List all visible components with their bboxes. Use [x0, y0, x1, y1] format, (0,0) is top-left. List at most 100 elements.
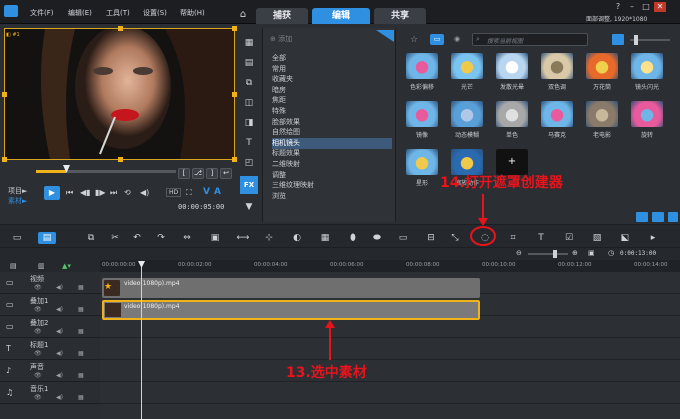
track-header[interactable] [0, 316, 100, 338]
motion-tracking-icon[interactable]: ⊹ [262, 232, 276, 244]
effect-thumbnail[interactable] [406, 53, 438, 79]
lock-icon[interactable]: ▦ [78, 328, 84, 335]
next-frame-button[interactable]: ▮▶ [95, 188, 106, 197]
zoom-slider-handle[interactable] [553, 250, 557, 258]
effect-thumbnail[interactable] [541, 53, 573, 79]
menu-settings[interactable]: 设置(S) [143, 8, 167, 18]
lock-icon[interactable]: ▦ [78, 350, 84, 357]
fit-project-icon[interactable]: ▣ [588, 249, 595, 257]
effect-thumbnail[interactable] [631, 101, 663, 127]
effect-thumbnail[interactable] [496, 53, 528, 79]
color-icon[interactable]: ▧ [590, 232, 604, 244]
category-item[interactable]: 暗房 [272, 85, 392, 96]
menu-edit[interactable]: 编辑(E) [68, 8, 92, 18]
playhead[interactable] [141, 262, 142, 419]
fit-icon[interactable]: ▣ [208, 232, 222, 244]
crop-handle[interactable] [118, 157, 123, 162]
repeat-icon[interactable]: ⟲ [124, 188, 131, 197]
audio-icon[interactable]: ◀) [56, 350, 63, 357]
home-icon[interactable]: ⌂ [236, 9, 250, 23]
track-header[interactable] [0, 338, 100, 360]
effect-thumbnail[interactable] [451, 101, 483, 127]
clip-mode[interactable]: 素材► [8, 196, 27, 206]
zoom-hd-label[interactable]: HD [166, 188, 182, 197]
category-item[interactable]: 调整 [272, 170, 392, 181]
audio-icon[interactable]: ◀) [56, 284, 63, 291]
redo-icon[interactable]: ↷ [154, 232, 168, 244]
tab-capture[interactable]: 捕获 [256, 8, 308, 24]
split-button[interactable]: ⎇ [192, 168, 204, 179]
home-button[interactable]: ⏮ [66, 188, 73, 198]
lock-icon[interactable]: ▦ [78, 306, 84, 313]
split-screen-icon[interactable]: ⊟ [424, 232, 438, 244]
crop-icon[interactable]: ⌗ [506, 232, 520, 244]
audio-icon[interactable]: ◀) [56, 328, 63, 335]
track-header[interactable] [0, 272, 100, 294]
media-icon[interactable]: ▦ [240, 34, 258, 52]
fx-icon[interactable]: FX [240, 176, 258, 194]
category-item[interactable]: 相机镜头 [272, 137, 392, 149]
graphics-icon[interactable]: ◫ [240, 94, 258, 112]
audio-icon[interactable]: ◀) [56, 306, 63, 313]
subtitle-editor-icon[interactable]: ◐ [290, 232, 304, 244]
visibility-icon[interactable]: 👁 [34, 306, 42, 313]
paint-icon[interactable]: ⬬ [370, 232, 384, 244]
show-video-filters-icon[interactable]: ▭ [430, 34, 444, 45]
crop-handle[interactable] [232, 92, 237, 97]
video-channel-icon[interactable]: V [203, 187, 210, 197]
chapter-icon[interactable]: ▥ [38, 262, 45, 270]
track-header[interactable] [0, 382, 100, 404]
undo-icon[interactable]: ↶ [130, 232, 144, 244]
crop-handle[interactable] [232, 26, 237, 31]
title-icon[interactable]: T [240, 134, 258, 152]
play-button[interactable]: ▶ [44, 186, 60, 200]
category-item[interactable]: 特殊 [272, 106, 392, 117]
effect-thumbnail[interactable] [406, 101, 438, 127]
timeline-view-icon[interactable]: ▤ [38, 232, 56, 244]
crop-handle[interactable] [2, 157, 7, 162]
lock-icon[interactable]: ▦ [78, 372, 84, 379]
audio-icon[interactable]: ◀) [56, 372, 63, 379]
effect-thumbnail[interactable] [541, 101, 573, 127]
zoom-out-icon[interactable]: ⊖ [516, 249, 522, 257]
thumb-size-handle[interactable] [634, 35, 638, 45]
category-item[interactable]: 二维映射 [272, 159, 392, 170]
category-item[interactable]: 全部 [272, 53, 392, 64]
effect-thumbnail[interactable] [586, 101, 618, 127]
stopmotion-icon[interactable]: ☑ [562, 232, 576, 244]
category-item[interactable]: 标题效果 [272, 148, 392, 159]
tab-share[interactable]: 共享 [374, 8, 426, 24]
options-icon[interactable] [668, 212, 678, 222]
blend-icon[interactable]: ⬮ [346, 232, 360, 244]
timecode[interactable]: 00:00:05:00 [178, 203, 224, 211]
add-category-button[interactable]: ⊕ 添加 [270, 34, 292, 44]
effect-thumbnail[interactable] [406, 149, 438, 175]
grid-view-icon[interactable] [612, 34, 624, 45]
category-item[interactable]: 焦距 [272, 95, 392, 106]
category-item[interactable]: 收藏夹 [272, 74, 392, 85]
storyboard-view-icon[interactable]: ▭ [10, 232, 24, 244]
help-icon[interactable]: ? [612, 2, 624, 12]
tab-edit[interactable]: 编辑 [312, 8, 370, 24]
mark-in-button[interactable]: [ [178, 168, 190, 179]
crop-handle[interactable] [2, 92, 7, 97]
prev-frame-button[interactable]: ◀▮ [80, 188, 91, 197]
effect-thumbnail[interactable] [496, 101, 528, 127]
visibility-icon[interactable]: 👁 [34, 328, 42, 335]
audio-icon[interactable]: ◀) [56, 394, 63, 401]
maximize-icon[interactable]: □ [640, 2, 652, 12]
marker-icon[interactable]: ▲▾ [62, 262, 71, 270]
crop-handle[interactable] [232, 157, 237, 162]
visibility-icon[interactable]: 👁 [34, 284, 42, 291]
end-button[interactable]: ⏭ [110, 188, 117, 198]
menu-file[interactable]: 文件(F) [30, 8, 54, 18]
text-icon[interactable]: T [534, 232, 548, 244]
cut-icon[interactable]: ✂ [108, 232, 122, 244]
filter-icon[interactable]: ◨ [240, 114, 258, 132]
search-input[interactable]: ⌕ 搜索当前视图 [472, 33, 588, 46]
crop-handle[interactable] [118, 26, 123, 31]
loop-button[interactable]: ↩ [220, 168, 232, 179]
more-icon[interactable]: ▸ [646, 232, 660, 244]
close-icon[interactable]: ✕ [654, 2, 666, 12]
multi-trim-icon[interactable]: ▦ [318, 232, 332, 244]
